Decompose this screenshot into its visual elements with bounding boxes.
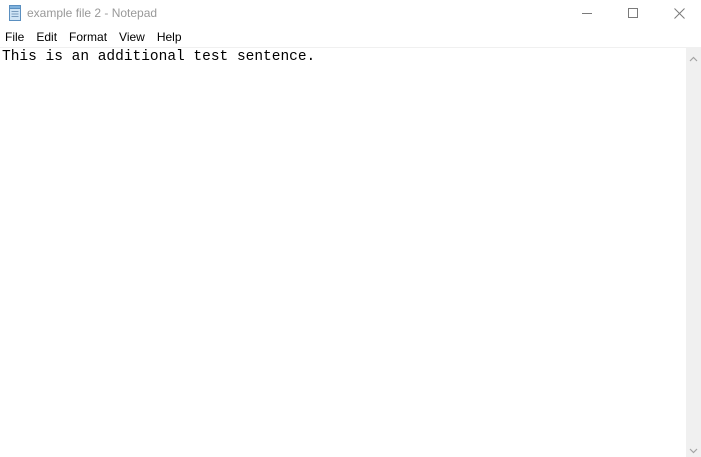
notepad-icon[interactable]: [8, 5, 22, 21]
scroll-up-arrow-icon: [689, 49, 698, 67]
menu-bar: File Edit Format View Help: [0, 28, 701, 47]
menu-format[interactable]: Format: [64, 28, 113, 47]
scroll-down-button[interactable]: [686, 442, 701, 457]
minimize-icon: [582, 8, 592, 18]
vertical-scrollbar[interactable]: [686, 48, 701, 457]
editor-content[interactable]: This is an additional test sentence.: [2, 49, 315, 66]
notepad-window: example file 2 - Notepad File Edit Forma…: [0, 0, 701, 457]
menu-help[interactable]: Help: [152, 28, 188, 47]
title-bar[interactable]: example file 2 - Notepad: [0, 0, 701, 26]
close-icon: [673, 7, 685, 19]
scroll-down-arrow-icon: [689, 441, 698, 457]
menu-file[interactable]: File: [0, 28, 30, 47]
maximize-button[interactable]: [610, 0, 656, 26]
scroll-up-button[interactable]: [686, 50, 701, 65]
maximize-icon: [628, 8, 638, 18]
close-button[interactable]: [656, 0, 701, 26]
window-title: example file 2 - Notepad: [27, 6, 158, 20]
text-editor-area[interactable]: This is an additional test sentence.: [0, 48, 686, 457]
menu-edit[interactable]: Edit: [31, 28, 63, 47]
menu-view[interactable]: View: [114, 28, 151, 47]
minimize-button[interactable]: [564, 0, 610, 26]
